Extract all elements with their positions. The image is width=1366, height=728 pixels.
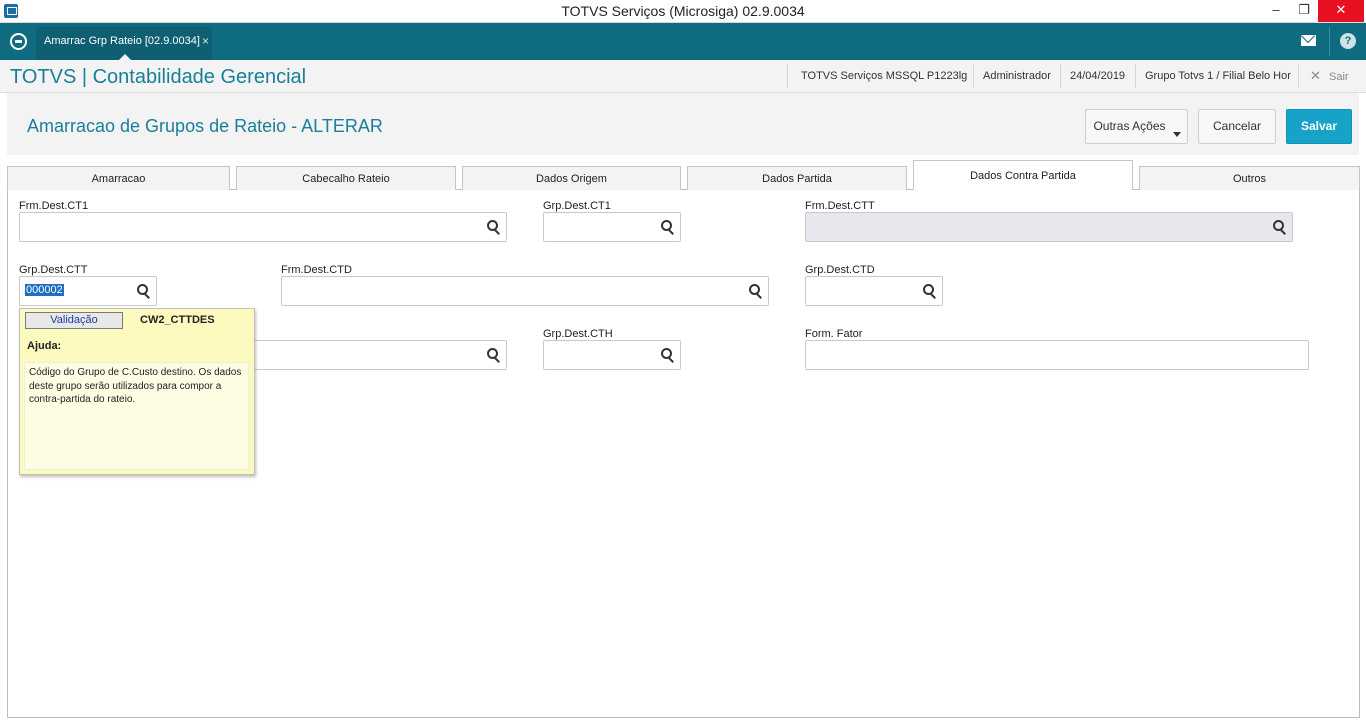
app-icon: [4, 4, 18, 18]
chevron-down-icon: [1173, 132, 1181, 137]
search-icon[interactable]: [749, 284, 763, 298]
grp-dest-ct1-input[interactable]: [543, 212, 681, 242]
tab-close-icon[interactable]: ×: [202, 34, 209, 48]
help-text: Código do Grupo de C.Custo destino. Os d…: [29, 367, 242, 405]
search-icon[interactable]: [661, 220, 675, 234]
help-icon[interactable]: ?: [1340, 33, 1356, 49]
search-icon[interactable]: [487, 220, 501, 234]
form-fator-input[interactable]: [805, 340, 1309, 370]
server-info: TOTVS Serviços MSSQL P1223lg: [801, 70, 968, 82]
close-window-button[interactable]: ✕: [1318, 0, 1364, 22]
header-divider: [787, 64, 788, 88]
user-info: Administrador: [983, 70, 1051, 82]
header-divider: [973, 64, 974, 88]
tab-dados-contra-partida[interactable]: Dados Contra Partida: [913, 160, 1133, 190]
module-title: TOTVS | Contabilidade Gerencial: [10, 66, 307, 88]
grp-dest-ctt-label: Grp.Dest.CTT: [19, 264, 88, 276]
search-icon[interactable]: [661, 348, 675, 362]
search-icon[interactable]: [923, 284, 937, 298]
frm-dest-ct1-input[interactable]: [19, 212, 507, 242]
tab-cabecalho-rateio[interactable]: Cabecalho Rateio: [236, 166, 456, 190]
grp-dest-ctd-input[interactable]: [805, 276, 943, 306]
more-actions-label: Outras Ações: [1093, 119, 1166, 133]
grp-dest-ctt-input[interactable]: 000002: [19, 276, 157, 306]
grp-dest-ct1-label: Grp.Dest.CT1: [543, 200, 611, 212]
window-title: TOTVS Serviços (Microsiga) 02.9.0034: [561, 3, 805, 19]
frm-dest-ctt-input[interactable]: [805, 212, 1293, 242]
window-title-bar: TOTVS Serviços (Microsiga) 02.9.0034: [0, 0, 1366, 23]
cancel-button[interactable]: Cancelar: [1198, 109, 1276, 144]
mail-icon[interactable]: [1301, 35, 1316, 46]
help-field-name: CW2_CTTDES: [140, 314, 215, 326]
help-heading: Ajuda:: [27, 340, 62, 352]
header-divider: [1060, 64, 1061, 88]
page-title: Amarracao de Grupos de Rateio - ALTERAR: [27, 116, 383, 136]
program-tab-label: Amarrac Grp Rateio [02.9.0034]: [44, 35, 200, 47]
grp-dest-ctt-value: 000002: [25, 284, 64, 296]
header-divider: [1298, 64, 1299, 88]
validation-button[interactable]: Validação: [25, 312, 123, 329]
totvs-logo-icon[interactable]: [10, 33, 27, 50]
save-button[interactable]: Salvar: [1286, 109, 1352, 144]
branch-info[interactable]: Grupo Totvs 1 / Filial Belo Hor: [1145, 70, 1291, 82]
header-divider: [1135, 64, 1136, 88]
date-info: 24/04/2019: [1070, 70, 1126, 82]
tab-dados-partida[interactable]: Dados Partida: [687, 166, 907, 190]
grp-dest-cth-label: Grp.Dest.CTH: [543, 328, 613, 340]
frm-dest-ctt-label: Frm.Dest.CTT: [805, 200, 875, 212]
frm-dest-ctd-input[interactable]: [281, 276, 769, 306]
exit-icon[interactable]: ✕: [1310, 68, 1321, 84]
frm-dest-ctd-label: Frm.Dest.CTD: [281, 264, 352, 276]
search-icon[interactable]: [487, 348, 501, 362]
tab-outros[interactable]: Outros: [1139, 166, 1360, 190]
more-actions-button[interactable]: Outras Ações: [1085, 109, 1188, 144]
form-fator-label: Form. Fator: [805, 328, 863, 340]
grp-dest-cth-input[interactable]: [543, 340, 681, 370]
grp-dest-ctd-label: Grp.Dest.CTD: [805, 264, 875, 276]
toolbar-divider: [1329, 27, 1330, 56]
frm-dest-ct1-label: Frm.Dest.CT1: [19, 200, 89, 212]
tab-dados-origem[interactable]: Dados Origem: [462, 166, 681, 190]
search-icon[interactable]: [137, 284, 151, 298]
tab-amarracao[interactable]: Amarracao: [7, 166, 230, 190]
exit-link[interactable]: Sair: [1329, 71, 1349, 83]
search-icon[interactable]: [1273, 220, 1287, 234]
